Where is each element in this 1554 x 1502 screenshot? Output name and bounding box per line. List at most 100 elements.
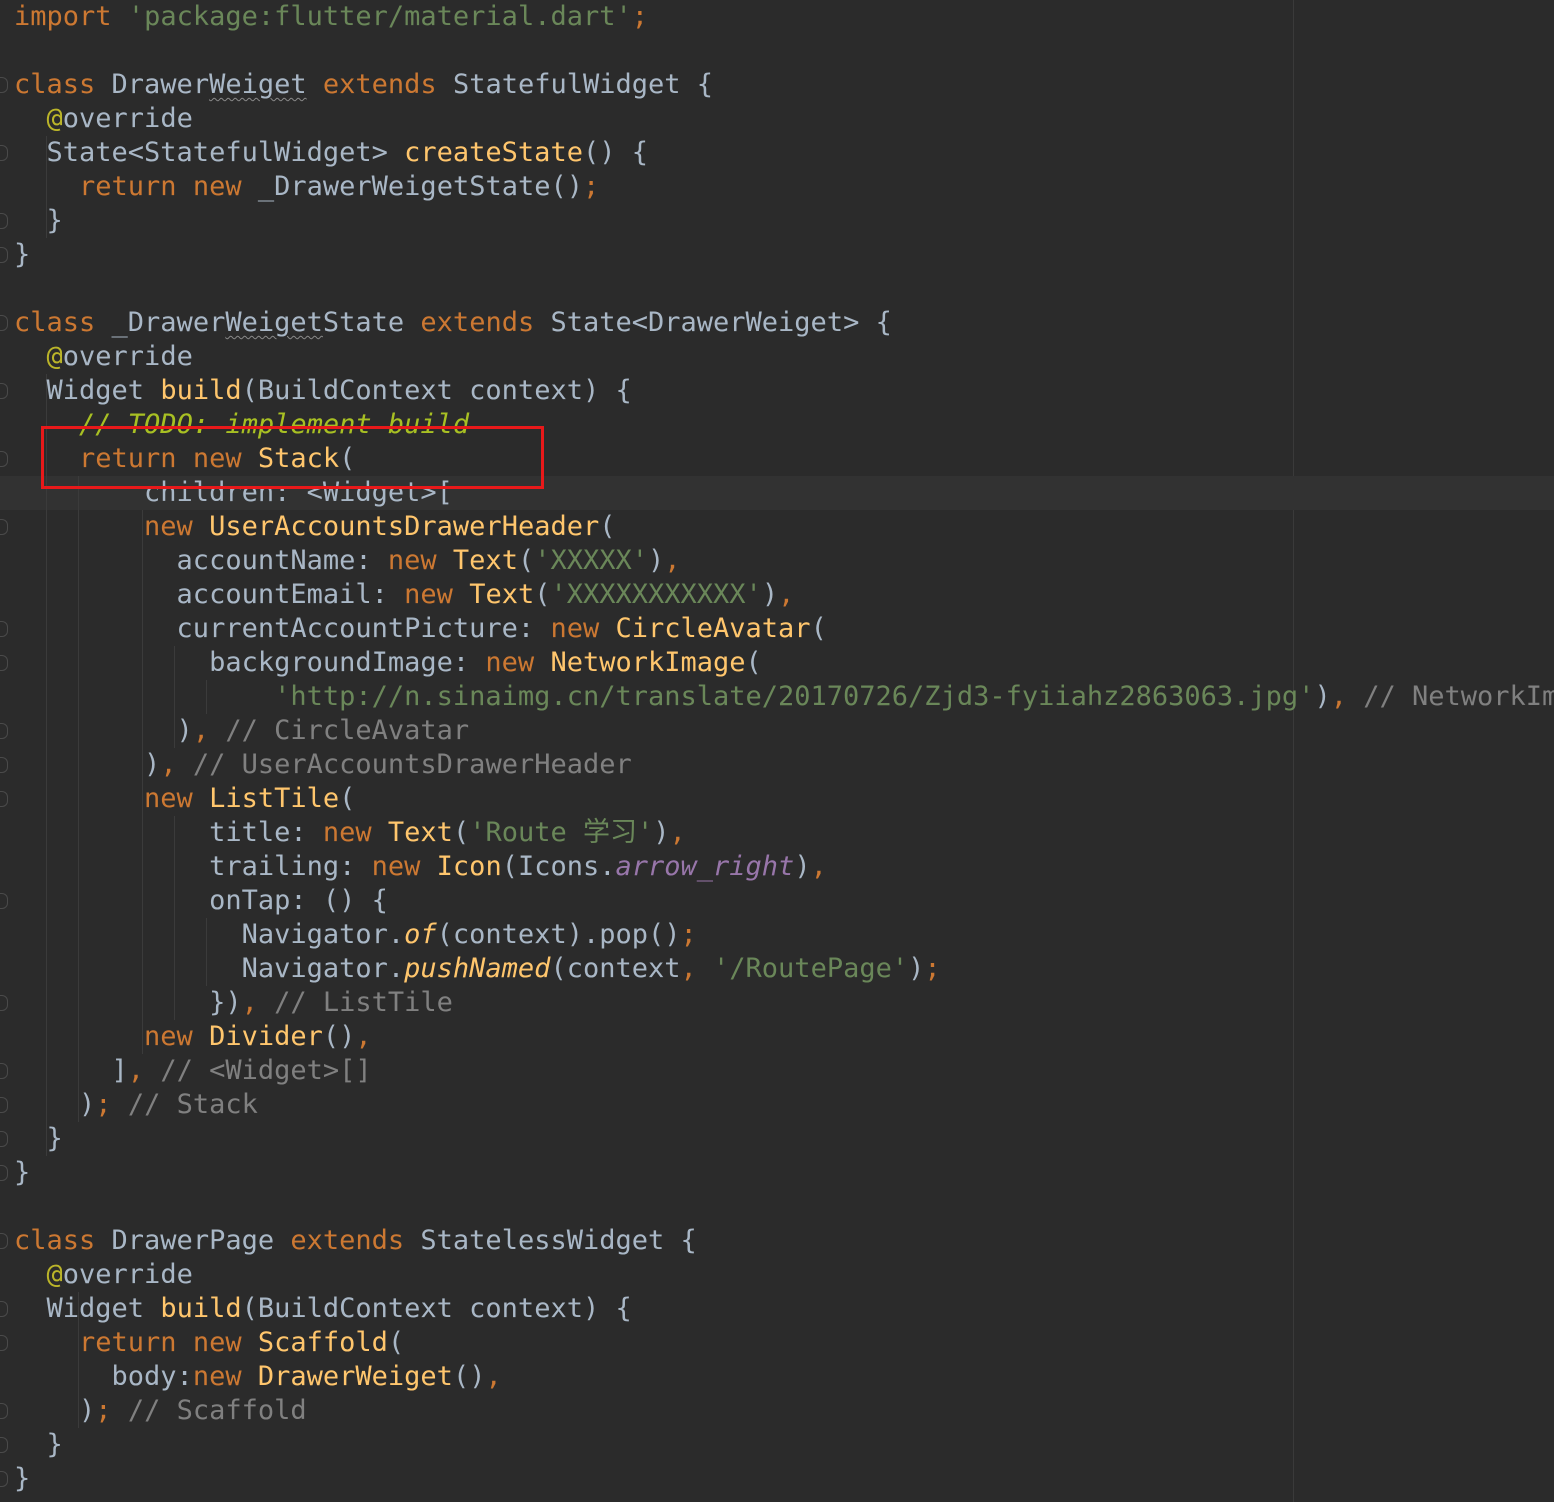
code-line[interactable]: body:new DrawerWeiget(), [14,1360,502,1394]
code-token: Icon [436,851,502,882]
code-line[interactable]: 'http://n.sinaimg.cn/translate/20170726/… [14,680,1554,714]
fold-marker-icon[interactable] [0,1165,8,1181]
code-token: ) [794,851,811,882]
code-line[interactable]: onTap: () { [14,884,388,918]
fold-marker-icon[interactable] [0,893,8,909]
code-line[interactable]: } [14,1462,30,1496]
code-token: new [192,1327,242,1358]
fold-marker-icon[interactable] [0,213,8,229]
code-token: ( [517,545,535,576]
code-token: ) [761,579,779,610]
code-line[interactable]: return new Scaffold( [14,1326,404,1360]
fold-marker-icon[interactable] [0,451,8,467]
code-token: backgroundImage: [14,647,486,678]
fold-marker-icon[interactable] [0,145,8,161]
code-token: title: [14,817,323,848]
code-line[interactable]: @override [14,102,193,136]
code-line[interactable]: return new _DrawerWeigetState(); [14,170,599,204]
code-line[interactable]: Widget build(BuildContext context) { [14,1292,632,1326]
code-token: ( [534,579,551,610]
code-line[interactable]: @override [14,1258,193,1292]
code-line[interactable]: new Divider(), [14,1020,372,1054]
code-line[interactable]: Navigator.of(context).pop(); [14,918,697,952]
code-token: currentAccountPicture: [14,613,551,644]
code-line[interactable]: } [14,1428,63,1462]
code-token: ( [745,647,762,678]
code-line[interactable]: backgroundImage: new NetworkImage( [14,646,762,680]
code-line[interactable]: Navigator.pushNamed(context, '/RoutePage… [14,952,941,986]
code-line[interactable]: ); // Scaffold [14,1394,307,1428]
code-token: () [322,1021,356,1052]
fold-marker-icon[interactable] [0,621,8,637]
code-line[interactable]: new UserAccountsDrawerHeader( [14,510,615,544]
fold-marker-icon[interactable] [0,315,8,331]
code-line[interactable]: accountEmail: new Text('XXXXXXXXXXX'), [14,578,795,612]
code-line[interactable]: State<StatefulWidget> createState() { [14,136,648,170]
fold-marker-icon[interactable] [0,519,8,535]
code-line[interactable]: import 'package:flutter/material.dart'; [14,0,648,34]
code-token: @ [46,341,63,372]
fold-marker-icon[interactable] [0,77,8,93]
fold-marker-icon[interactable] [0,1233,8,1249]
code-line[interactable]: new ListTile( [14,782,355,816]
code-token: State [322,307,421,338]
code-line[interactable]: trailing: new Icon(Icons.arrow_right), [14,850,827,884]
fold-marker-icon[interactable] [0,723,8,739]
fold-marker-icon[interactable] [0,995,8,1011]
code-line[interactable]: Widget build(BuildContext context) { [14,374,632,408]
fold-marker-icon[interactable] [0,1131,8,1147]
fold-marker-icon[interactable] [0,247,8,263]
code-token: Weiget [209,69,307,100]
code-token: Widget [14,375,161,406]
code-token: new [144,783,193,814]
code-line[interactable]: class DrawerWeiget extends StatefulWidge… [14,68,713,102]
code-line[interactable]: ), // CircleAvatar [14,714,470,748]
code-line[interactable]: ], // <Widget>[] [14,1054,372,1088]
code-line[interactable]: ), // UserAccountsDrawerHeader [14,748,632,782]
fold-marker-icon[interactable] [0,1471,8,1487]
code-token: // Stack [127,1089,258,1120]
code-editor[interactable]: import 'package:flutter/material.dart'; c… [0,0,1554,1502]
code-line[interactable]: accountName: new Text('XXXXX'), [14,544,681,578]
code-line[interactable]: } [14,204,63,238]
code-line[interactable]: } [14,238,30,272]
code-token: ; [924,953,941,984]
code-token: @ [46,103,63,134]
code-line[interactable]: currentAccountPicture: new CircleAvatar( [14,612,827,646]
code-line[interactable]: title: new Text('Route 学习'), [14,816,686,850]
fold-marker-icon[interactable] [0,791,8,807]
fold-marker-icon[interactable] [0,1097,8,1113]
code-line[interactable]: }), // ListTile [14,986,453,1020]
fold-marker-icon[interactable] [0,655,8,671]
code-line[interactable]: @override [14,340,193,374]
code-token: new [192,1361,242,1392]
fold-marker-icon[interactable] [0,1437,8,1453]
code-token: of [404,919,437,950]
code-token: Widget [14,1293,161,1324]
code-token: new [387,545,437,576]
code-line[interactable]: class DrawerPage extends StatelessWidget… [14,1224,697,1258]
code-line[interactable]: } [14,1156,30,1190]
code-token: State<StatefulWidget> [14,137,405,168]
fold-marker-icon[interactable] [0,1301,8,1317]
code-token: build [160,1293,242,1324]
code-token: @ [46,1259,63,1290]
fold-marker-icon[interactable] [0,1063,8,1079]
code-token: , [778,579,795,610]
code-line[interactable]: } [14,1122,63,1156]
fold-marker-icon[interactable] [0,757,8,773]
code-token: Navigator. [14,953,405,984]
code-line[interactable]: ); // Stack [14,1088,258,1122]
fold-marker-icon[interactable] [0,1335,8,1351]
code-token: Text [387,817,453,848]
fold-marker-icon[interactable] [0,1403,8,1419]
fold-marker-icon[interactable] [0,383,8,399]
code-token: // ListTile [274,987,453,1018]
code-line[interactable]: class _DrawerWeigetState extends State<D… [14,306,892,340]
